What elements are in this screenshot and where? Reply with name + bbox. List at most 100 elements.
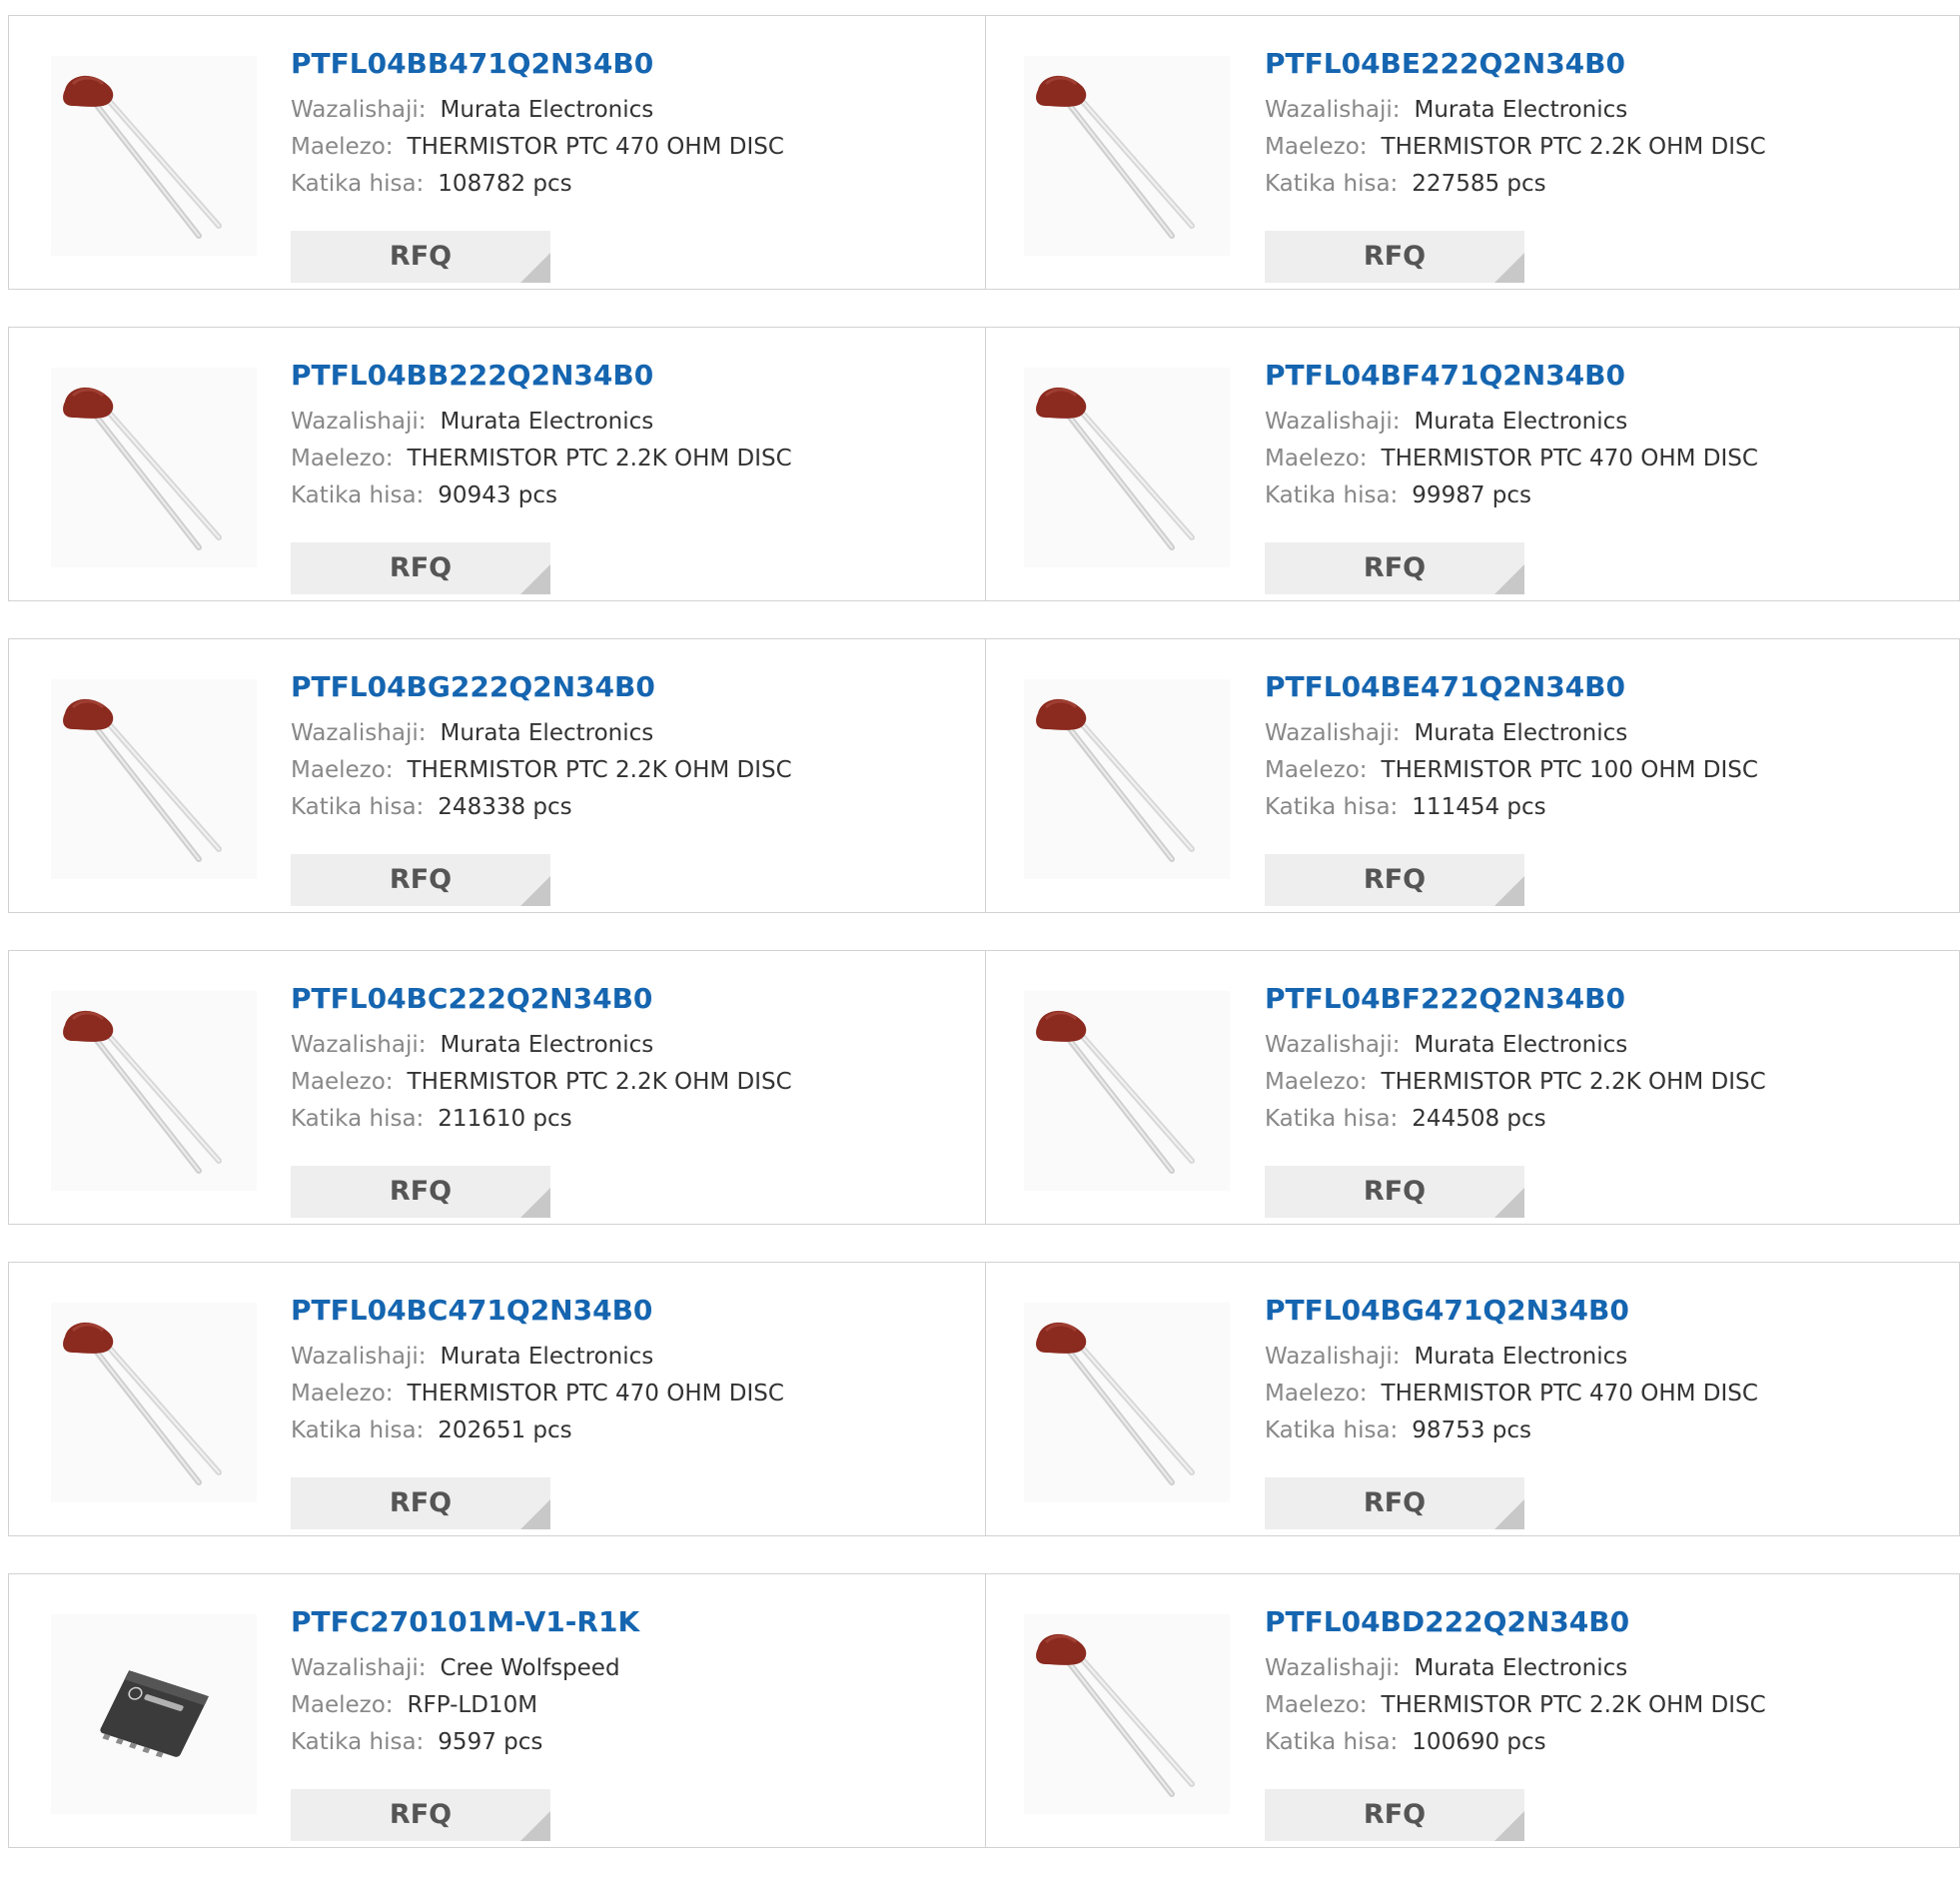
rfq-button[interactable]: RFQ bbox=[291, 1166, 550, 1218]
manufacturer-value: Murata Electronics bbox=[440, 1032, 654, 1058]
manufacturer-value: Murata Electronics bbox=[1414, 1032, 1628, 1058]
manufacturer-row: Wazalishaji: Murata Electronics bbox=[291, 1339, 784, 1376]
stock-value: 227585 pcs bbox=[1412, 171, 1546, 197]
product-card: PTFL04BD222Q2N34B0 Wazalishaji: Murata El… bbox=[986, 1573, 1960, 1848]
description-row: Maelezo: RFP-LD10M bbox=[291, 1687, 639, 1724]
description-value: RFP-LD10M bbox=[407, 1692, 538, 1718]
rfq-button[interactable]: RFQ bbox=[291, 1477, 550, 1529]
manufacturer-value: Murata Electronics bbox=[1414, 1344, 1628, 1370]
thermistor-icon bbox=[1024, 1303, 1230, 1502]
stock-row: Katika hisa: 202651 pcs bbox=[291, 1413, 784, 1449]
manufacturer-value: Murata Electronics bbox=[440, 1344, 654, 1370]
product-part-link[interactable]: PTFL04BG471Q2N34B0 bbox=[1265, 1293, 1758, 1329]
corner-triangle-icon bbox=[520, 1499, 550, 1529]
product-image-link[interactable] bbox=[51, 1303, 257, 1502]
corner-triangle-icon bbox=[520, 253, 550, 283]
product-image-link[interactable] bbox=[1024, 679, 1230, 879]
stock-value: 100690 pcs bbox=[1412, 1729, 1546, 1755]
manufacturer-value: Murata Electronics bbox=[440, 409, 654, 435]
manufacturer-label: Wazalishaji: bbox=[291, 97, 427, 123]
thermistor-icon bbox=[1024, 679, 1230, 879]
description-value: THERMISTOR PTC 2.2K OHM DISC bbox=[407, 1069, 792, 1095]
thermistor-icon bbox=[1024, 368, 1230, 567]
manufacturer-value: Murata Electronics bbox=[1414, 720, 1628, 746]
product-part-link[interactable]: PTFL04BD222Q2N34B0 bbox=[1265, 1604, 1766, 1640]
description-label: Maelezo: bbox=[291, 446, 394, 471]
corner-triangle-icon bbox=[1494, 564, 1524, 594]
product-image-link[interactable] bbox=[51, 1614, 257, 1814]
manufacturer-label: Wazalishaji: bbox=[291, 1655, 427, 1681]
product-image-link[interactable] bbox=[51, 991, 257, 1191]
product-part-link[interactable]: PTFL04BF471Q2N34B0 bbox=[1265, 358, 1758, 394]
manufacturer-row: Wazalishaji: Murata Electronics bbox=[1265, 404, 1758, 441]
product-part-link[interactable]: PTFL04BB222Q2N34B0 bbox=[291, 358, 792, 394]
manufacturer-row: Wazalishaji: Murata Electronics bbox=[1265, 1650, 1766, 1687]
rfq-button[interactable]: RFQ bbox=[291, 231, 550, 283]
description-value: THERMISTOR PTC 100 OHM DISC bbox=[1381, 757, 1758, 783]
rfq-button[interactable]: RFQ bbox=[291, 854, 550, 906]
description-value: THERMISTOR PTC 2.2K OHM DISC bbox=[407, 757, 792, 783]
rfq-button[interactable]: RFQ bbox=[291, 542, 550, 594]
rfq-button[interactable]: RFQ bbox=[291, 1789, 550, 1841]
manufacturer-row: Wazalishaji: Murata Electronics bbox=[291, 715, 792, 752]
stock-value: 202651 pcs bbox=[438, 1417, 572, 1443]
product-part-link[interactable]: PTFL04BC471Q2N34B0 bbox=[291, 1293, 784, 1329]
stock-row: Katika hisa: 244508 pcs bbox=[1265, 1101, 1766, 1138]
rfq-button-label: RFQ bbox=[1363, 864, 1427, 895]
product-part-link[interactable]: PTFC270101M-V1-R1K bbox=[291, 1604, 639, 1640]
rfq-button[interactable]: RFQ bbox=[1265, 854, 1524, 906]
product-row: PTFL04BB222Q2N34B0 Wazalishaji: Murata El… bbox=[8, 327, 1960, 601]
product-part-link[interactable]: PTFL04BF222Q2N34B0 bbox=[1265, 981, 1766, 1017]
stock-row: Katika hisa: 98753 pcs bbox=[1265, 1413, 1758, 1449]
rfq-button-label: RFQ bbox=[389, 241, 453, 272]
corner-triangle-icon bbox=[1494, 253, 1524, 283]
rfq-button[interactable]: RFQ bbox=[1265, 1789, 1524, 1841]
stock-row: Katika hisa: 90943 pcs bbox=[291, 477, 792, 514]
manufacturer-row: Wazalishaji: Murata Electronics bbox=[291, 92, 784, 129]
product-image-link[interactable] bbox=[1024, 56, 1230, 256]
description-label: Maelezo: bbox=[291, 134, 394, 160]
description-value: THERMISTOR PTC 2.2K OHM DISC bbox=[1381, 134, 1766, 160]
stock-value: 108782 pcs bbox=[438, 171, 572, 197]
thermistor-icon bbox=[51, 1303, 257, 1502]
manufacturer-label: Wazalishaji: bbox=[1265, 1032, 1401, 1058]
description-row: Maelezo: THERMISTOR PTC 2.2K OHM DISC bbox=[291, 752, 792, 789]
product-image-link[interactable] bbox=[1024, 1614, 1230, 1814]
product-row: PTFL04BB471Q2N34B0 Wazalishaji: Murata El… bbox=[8, 15, 1960, 290]
product-card: PTFL04BB222Q2N34B0 Wazalishaji: Murata El… bbox=[8, 327, 986, 601]
manufacturer-value: Murata Electronics bbox=[1414, 409, 1628, 435]
description-value: THERMISTOR PTC 2.2K OHM DISC bbox=[1381, 1069, 1766, 1095]
rfq-button-label: RFQ bbox=[389, 1799, 453, 1830]
product-image-link[interactable] bbox=[1024, 1303, 1230, 1502]
product-image-link[interactable] bbox=[51, 679, 257, 879]
rfq-button[interactable]: RFQ bbox=[1265, 1166, 1524, 1218]
manufacturer-row: Wazalishaji: Murata Electronics bbox=[1265, 1027, 1766, 1064]
thermistor-icon bbox=[1024, 991, 1230, 1191]
product-part-link[interactable]: PTFL04BE471Q2N34B0 bbox=[1265, 669, 1758, 705]
rfq-button[interactable]: RFQ bbox=[1265, 542, 1524, 594]
corner-triangle-icon bbox=[1494, 1811, 1524, 1841]
description-label: Maelezo: bbox=[1265, 1381, 1368, 1407]
product-image-link[interactable] bbox=[51, 368, 257, 567]
product-part-link[interactable]: PTFL04BE222Q2N34B0 bbox=[1265, 46, 1766, 82]
product-image-link[interactable] bbox=[51, 56, 257, 256]
stock-value: 99987 pcs bbox=[1412, 482, 1532, 508]
thermistor-icon bbox=[51, 368, 257, 567]
product-info: PTFL04BB222Q2N34B0 Wazalishaji: Murata El… bbox=[291, 358, 792, 594]
rfq-button[interactable]: RFQ bbox=[1265, 1477, 1524, 1529]
product-image-link[interactable] bbox=[1024, 368, 1230, 567]
manufacturer-value: Murata Electronics bbox=[440, 97, 654, 123]
stock-label: Katika hisa: bbox=[291, 1729, 425, 1755]
product-image-link[interactable] bbox=[1024, 991, 1230, 1191]
product-part-link[interactable]: PTFL04BC222Q2N34B0 bbox=[291, 981, 792, 1017]
stock-label: Katika hisa: bbox=[291, 794, 425, 820]
description-label: Maelezo: bbox=[1265, 1069, 1368, 1095]
rfq-button-label: RFQ bbox=[389, 1176, 453, 1207]
product-part-link[interactable]: PTFL04BG222Q2N34B0 bbox=[291, 669, 792, 705]
corner-triangle-icon bbox=[520, 1188, 550, 1218]
product-part-link[interactable]: PTFL04BB471Q2N34B0 bbox=[291, 46, 784, 82]
product-card: PTFC270101M-V1-R1K Wazalishaji: Cree Wolf… bbox=[8, 1573, 986, 1848]
rfq-button[interactable]: RFQ bbox=[1265, 231, 1524, 283]
thermistor-icon bbox=[1024, 56, 1230, 256]
description-label: Maelezo: bbox=[291, 757, 394, 783]
